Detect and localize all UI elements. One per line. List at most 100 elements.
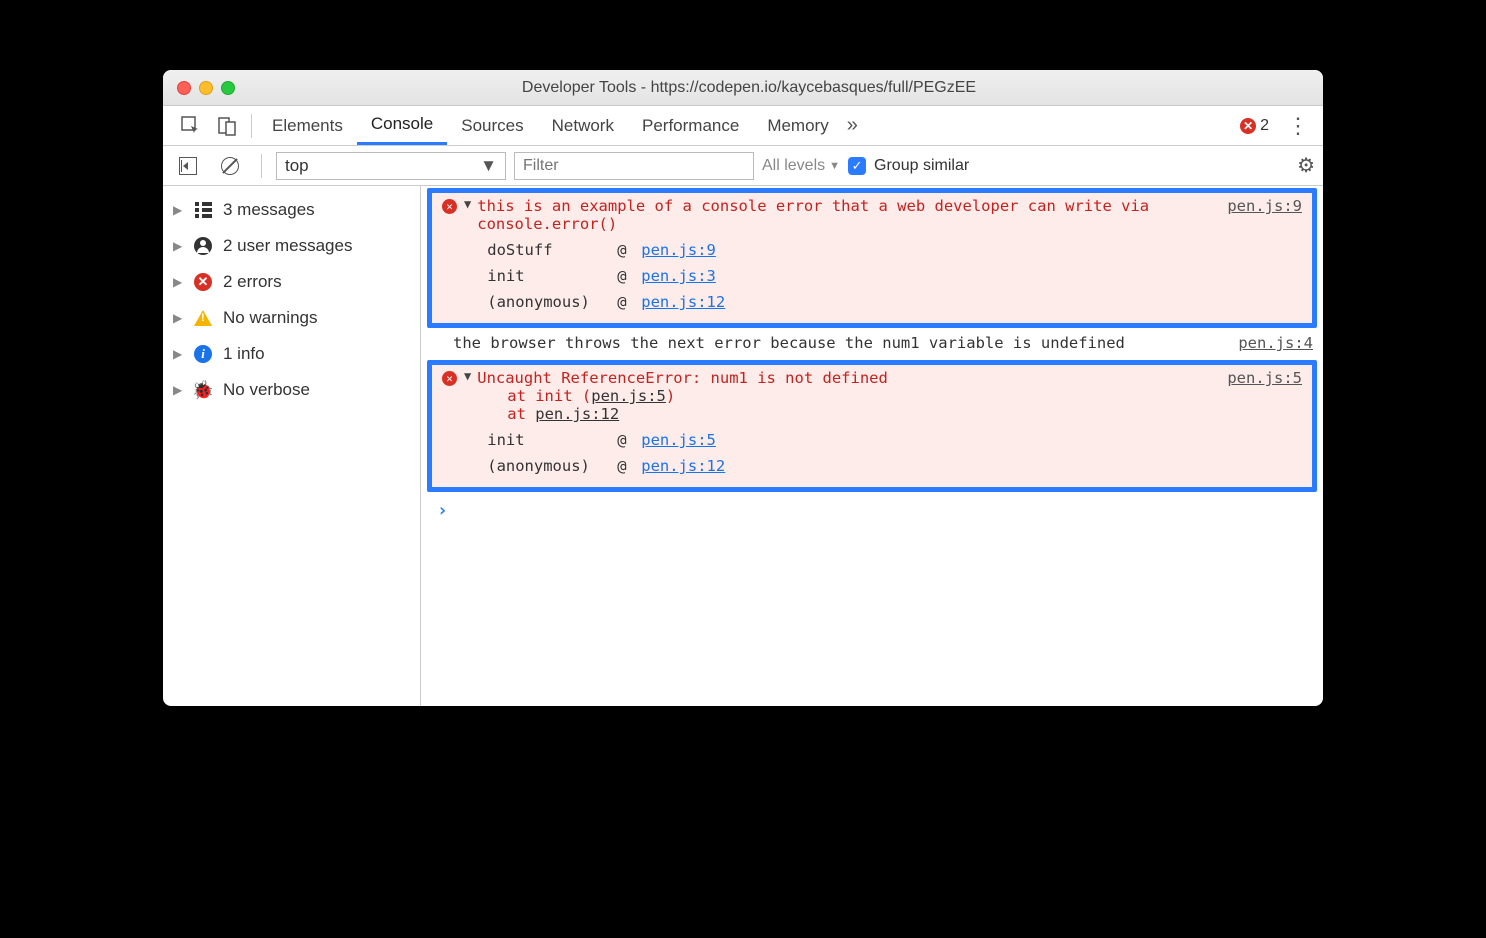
sidebar-item-errors[interactable]: ▶ ✕ 2 errors	[163, 264, 420, 300]
list-icon	[193, 200, 213, 220]
stack-prefix: at init (	[507, 387, 591, 405]
error-icon: ✕	[1240, 118, 1256, 134]
levels-label: All levels	[762, 157, 825, 175]
trace-row: (anonymous) @ pen.js:12	[487, 289, 1209, 315]
stack-trace: init @ pen.js:5 (anonymous) @ pen.js:12	[477, 423, 1209, 481]
trace-source-link[interactable]: pen.js:5	[641, 431, 716, 449]
stack-line: at pen.js:12	[477, 405, 1209, 423]
trace-function: (anonymous)	[487, 293, 617, 311]
error-icon: ✕	[193, 272, 213, 292]
console-error-row[interactable]: ✕ ▼ Uncaught ReferenceError: num1 is not…	[432, 365, 1312, 487]
error-message-text: this is an example of a console error th…	[477, 197, 1149, 233]
toggle-sidebar-icon[interactable]	[171, 146, 205, 185]
minimize-icon[interactable]	[199, 81, 213, 95]
trace-at: @	[617, 267, 641, 285]
console-toolbar: top ▼ All levels ▼ ✓ Group similar ⚙	[163, 146, 1323, 186]
device-toolbar-icon[interactable]	[209, 106, 245, 145]
stack-source-link[interactable]: pen.js:12	[535, 405, 619, 423]
divider	[261, 154, 262, 178]
highlight-box: ✕ ▼ this is an example of a console erro…	[427, 188, 1317, 328]
tab-sources[interactable]: Sources	[447, 106, 537, 145]
devtools-window: Developer Tools - https://codepen.io/kay…	[163, 70, 1323, 706]
trace-function: (anonymous)	[487, 457, 617, 475]
log-levels-dropdown[interactable]: All levels ▼	[762, 157, 840, 175]
bug-icon: 🐞	[193, 380, 213, 400]
trace-source-link[interactable]: pen.js:12	[641, 457, 725, 475]
tab-performance[interactable]: Performance	[628, 106, 753, 145]
sidebar-item-warnings[interactable]: ▶ No warnings	[163, 300, 420, 336]
tab-memory[interactable]: Memory	[753, 106, 842, 145]
trace-function: doStuff	[487, 241, 617, 259]
highlight-box: ✕ ▼ Uncaught ReferenceError: num1 is not…	[427, 360, 1317, 492]
trace-row: init @ pen.js:3	[487, 263, 1209, 289]
error-message-text: Uncaught ReferenceError: num1 is not def…	[477, 369, 888, 387]
clear-console-icon[interactable]	[213, 146, 247, 185]
window-title: Developer Tools - https://codepen.io/kay…	[235, 79, 1323, 97]
info-message-text: the browser throws the next error becaus…	[453, 334, 1125, 352]
source-link[interactable]: pen.js:4	[1226, 334, 1313, 352]
chevron-right-icon: ▶	[173, 311, 183, 325]
trace-source-link[interactable]: pen.js:9	[641, 241, 716, 259]
stack-suffix: )	[666, 387, 675, 405]
stack-source-link[interactable]: pen.js:5	[591, 387, 666, 405]
chevron-right-icon: ▶	[173, 203, 183, 217]
trace-row: doStuff @ pen.js:9	[487, 237, 1209, 263]
tabs-overflow-icon[interactable]: »	[847, 114, 858, 137]
console-sidebar: ▶ 3 messages ▶ 2 user messages ▶ ✕ 2 err…	[163, 186, 421, 706]
chevron-right-icon: ▶	[173, 347, 183, 361]
tab-elements[interactable]: Elements	[258, 106, 357, 145]
sidebar-item-label: No warnings	[223, 308, 318, 328]
trace-function: init	[487, 431, 617, 449]
source-link[interactable]: pen.js:9	[1215, 197, 1302, 317]
error-count: 2	[1260, 117, 1269, 135]
expand-icon[interactable]: ▼	[464, 369, 471, 481]
sidebar-item-label: 1 info	[223, 344, 265, 364]
inspect-element-icon[interactable]	[173, 106, 209, 145]
divider	[251, 114, 252, 138]
chevron-right-icon: ▶	[173, 239, 183, 253]
tab-network[interactable]: Network	[538, 106, 628, 145]
chevron-down-icon: ▼	[829, 160, 840, 172]
error-icon: ✕	[442, 199, 457, 214]
sidebar-item-messages[interactable]: ▶ 3 messages	[163, 192, 420, 228]
more-menu-icon[interactable]: ⋮	[1283, 113, 1313, 139]
stack-prefix: at	[507, 405, 535, 423]
stack-trace: doStuff @ pen.js:9 init @ pen.js:3 (anon…	[477, 233, 1209, 317]
trace-source-link[interactable]: pen.js:3	[641, 267, 716, 285]
stack-line: at init (pen.js:5)	[477, 387, 1209, 405]
console-info-row[interactable]: the browser throws the next error becaus…	[421, 330, 1323, 358]
trace-at: @	[617, 457, 641, 475]
tab-console[interactable]: Console	[357, 106, 447, 145]
sidebar-item-label: No verbose	[223, 380, 310, 400]
tabs: Elements Console Sources Network Perform…	[258, 106, 843, 145]
trace-source-link[interactable]: pen.js:12	[641, 293, 725, 311]
settings-icon[interactable]: ⚙	[1297, 153, 1315, 178]
context-value: top	[285, 156, 309, 176]
console-prompt[interactable]: ›	[421, 494, 1323, 521]
warning-icon	[193, 308, 213, 328]
trace-row: init @ pen.js:5	[487, 427, 1209, 453]
close-icon[interactable]	[177, 81, 191, 95]
sidebar-item-info[interactable]: ▶ i 1 info	[163, 336, 420, 372]
sidebar-item-label: 2 user messages	[223, 236, 352, 256]
sidebar-item-verbose[interactable]: ▶ 🐞 No verbose	[163, 372, 420, 408]
source-link[interactable]: pen.js:5	[1215, 369, 1302, 481]
console-output: ✕ ▼ this is an example of a console erro…	[421, 186, 1323, 706]
chevron-right-icon: ▶	[173, 275, 183, 289]
devtools-tabbar: Elements Console Sources Network Perform…	[163, 106, 1323, 146]
maximize-icon[interactable]	[221, 81, 235, 95]
info-icon: i	[193, 344, 213, 364]
trace-function: init	[487, 267, 617, 285]
expand-icon[interactable]: ▼	[464, 197, 471, 317]
chevron-down-icon: ▼	[480, 156, 497, 176]
context-selector[interactable]: top ▼	[276, 152, 506, 180]
filter-input[interactable]	[514, 152, 754, 180]
trace-at: @	[617, 431, 641, 449]
sidebar-item-user-messages[interactable]: ▶ 2 user messages	[163, 228, 420, 264]
sidebar-item-label: 3 messages	[223, 200, 315, 220]
error-counter[interactable]: ✕ 2	[1240, 117, 1269, 135]
user-icon	[193, 236, 213, 256]
console-error-row[interactable]: ✕ ▼ this is an example of a console erro…	[432, 193, 1312, 323]
group-similar-checkbox[interactable]: ✓	[848, 157, 866, 175]
traffic-lights	[163, 81, 235, 95]
